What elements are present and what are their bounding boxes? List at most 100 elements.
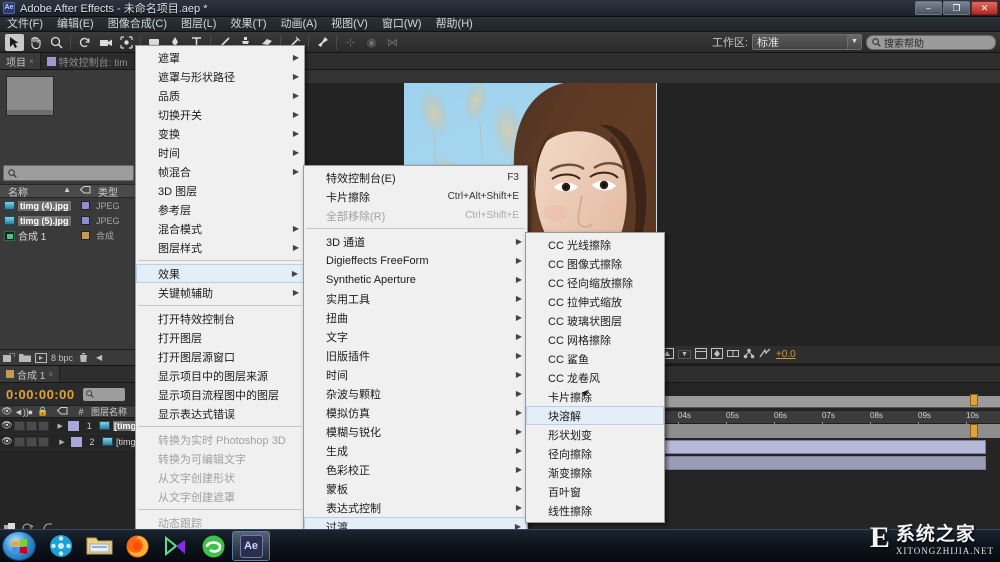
menu-item[interactable]: 品质▶ [136,86,304,105]
workspace-select[interactable]: 标准 ▼ [752,34,862,50]
close-icon[interactable]: × [48,370,53,379]
menu-item[interactable]: 文字▶ [304,327,527,346]
menu-item[interactable]: 打开图层源窗口 [136,347,304,366]
menu-animation[interactable]: 动画(A) [274,17,325,31]
timeline-navigator-band[interactable] [660,396,1000,408]
expand-arrow-icon[interactable]: ▶ [54,422,66,430]
menu-item[interactable]: CC 鲨鱼 [526,349,664,368]
menu-item[interactable]: Digieffects FreeForm▶ [304,251,527,270]
project-search-input[interactable] [3,165,134,181]
menu-item[interactable]: 蒙板▶ [304,479,527,498]
windows-start-icon[interactable] [2,531,36,561]
menu-item[interactable]: 遮罩与形状路径▶ [136,67,304,86]
new-comp-icon[interactable] [35,352,47,363]
effect-submenu[interactable]: 特效控制台(E)F3 卡片擦除Ctrl+Alt+Shift+E 全部移除(R)C… [303,165,528,562]
menu-item[interactable]: 模拟仿真▶ [304,403,527,422]
media-player-icon[interactable] [42,531,80,561]
menu-item[interactable]: 时间▶ [304,365,527,384]
menu-item[interactable]: 显示表达式错误 [136,404,304,423]
menu-composition[interactable]: 图像合成(C) [101,17,174,31]
camera-tool-icon[interactable] [96,34,115,51]
menu-item[interactable]: Synthetic Aperture▶ [304,270,527,289]
menu-item[interactable]: 特效控制台(E)F3 [304,168,527,187]
list-item[interactable]: timg (5).jpg JPEG [0,213,137,228]
minimize-button[interactable]: – [915,1,942,15]
timeline-workarea-band[interactable] [660,424,1000,438]
menu-item[interactable]: 帧混合▶ [136,162,304,181]
align-center-icon[interactable]: ◉ [362,34,381,51]
list-item[interactable]: timg (4).jpg JPEG [0,198,137,213]
menu-item[interactable]: 杂波与颗粒▶ [304,384,527,403]
layer-context-menu[interactable]: 遮罩▶ 遮罩与形状路径▶ 品质▶ 切换开关▶ 变换▶ 时间▶ 帧混合▶ 3D 图… [135,45,305,562]
menu-edit[interactable]: 编辑(E) [50,17,101,31]
menu-item[interactable]: 旧版插件▶ [304,346,527,365]
selection-tool-icon[interactable] [5,34,24,51]
region-of-interest-icon[interactable] [695,348,707,362]
menu-view[interactable]: 视图(V) [324,17,375,31]
menu-item[interactable]: 打开特效控制台 [136,309,304,328]
item-label-cell[interactable] [74,216,96,225]
view-layout-icon[interactable] [727,348,739,362]
firefox-icon[interactable] [118,531,156,561]
menu-item[interactable]: 生成▶ [304,441,527,460]
col-name[interactable]: 名称 ▲ [0,184,74,199]
menu-item[interactable]: 变换▶ [136,124,304,143]
menu-item[interactable]: 线性擦除 [526,501,664,520]
tab-timeline-comp[interactable]: 合成 1 × [0,366,60,382]
layer-duration-bar-2[interactable] [660,456,986,470]
delete-icon[interactable] [77,352,89,363]
browser-icon[interactable] [194,531,232,561]
menu-item[interactable]: CC 拉伸式缩放 [526,292,664,311]
menu-item[interactable]: 关键帧辅助▶ [136,283,304,302]
3d-view-icon[interactable] [743,348,755,362]
menu-item[interactable]: 显示项目流程图中的图层 [136,385,304,404]
align-right-icon[interactable]: ⋈ [383,34,402,51]
menu-item[interactable]: 色彩校正▶ [304,460,527,479]
layer-visibility-toggle[interactable]: 👁 [0,420,14,431]
menu-item[interactable]: 径向擦除 [526,444,664,463]
current-time-display[interactable]: 0:00:00:00 [0,387,75,402]
work-area-end-marker[interactable] [970,394,978,406]
menu-item[interactable]: CC 径向缩放擦除 [526,273,664,292]
video-player-icon[interactable] [156,531,194,561]
menu-item[interactable]: CC 龙卷风 [526,368,664,387]
menu-item[interactable]: 形状划变 [526,425,664,444]
menu-window[interactable]: 窗口(W) [375,17,429,31]
menu-item[interactable]: 切换开关▶ [136,105,304,124]
menu-item[interactable]: 3D 图层 [136,181,304,200]
table-row[interactable]: 👁 ▶ 1 [timg [0,418,137,434]
menu-item-block-dissolve[interactable]: 块溶解 [526,406,664,425]
expand-arrow-icon[interactable]: ▶ [56,438,68,446]
pan-behind-tool-icon[interactable] [117,34,136,51]
menu-item[interactable]: 扭曲▶ [304,308,527,327]
hand-tool-icon[interactable] [26,34,45,51]
chevron-down-icon[interactable]: ▼ [678,350,691,359]
close-icon[interactable]: × [29,57,34,66]
menu-item[interactable]: 模糊与锐化▶ [304,422,527,441]
zoom-tool-icon[interactable] [47,34,66,51]
after-effects-icon[interactable]: Ae [232,531,270,561]
menu-item[interactable]: 混合模式▶ [136,219,304,238]
layer-toggles[interactable] [14,437,56,447]
help-search-input[interactable]: 搜索帮助 [866,35,996,50]
menu-file[interactable]: 文件(F) [0,17,50,31]
table-row[interactable]: 👁 ▶ 2 [timg [0,434,137,450]
menu-item[interactable]: 参考层 [136,200,304,219]
close-button[interactable]: ✕ [971,1,998,15]
item-label-cell[interactable] [74,231,96,240]
menu-item[interactable]: 卡片擦除Ctrl+Alt+Shift+E [304,187,527,206]
fast-preview-icon[interactable] [759,348,772,362]
layer-label-swatch[interactable] [68,437,84,447]
layer-visibility-toggle[interactable]: 👁 [0,436,14,447]
maximize-button[interactable]: ❐ [943,1,970,15]
file-explorer-icon[interactable] [80,531,118,561]
menu-item[interactable]: 表达式控制▶ [304,498,527,517]
menu-item[interactable]: 遮罩▶ [136,48,304,67]
menu-item[interactable]: 渐变擦除 [526,463,664,482]
menu-item-effect[interactable]: 效果▶ [136,264,304,283]
menu-item[interactable]: 卡片擦除 [526,387,664,406]
menu-item[interactable]: CC 玻璃状图层 [526,311,664,330]
align-left-icon[interactable]: ⊹ [341,34,360,51]
timeline-search-input[interactable] [83,388,125,401]
menu-item[interactable]: CC 网格擦除 [526,330,664,349]
